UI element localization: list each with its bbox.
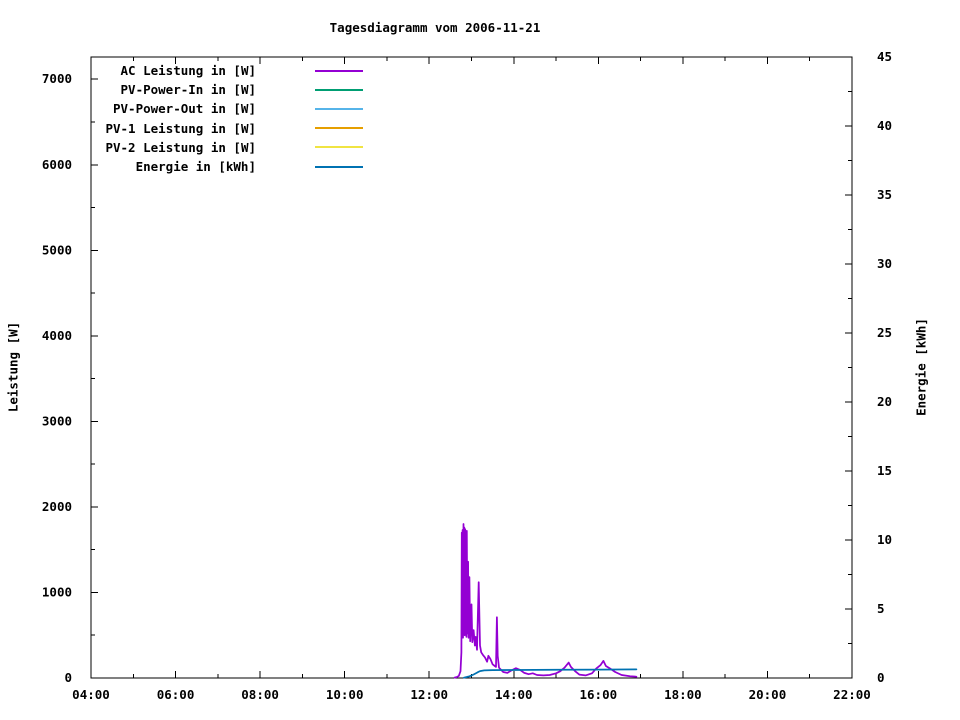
y2-tick-label: 45 [877,49,892,64]
y2-tick-label: 5 [877,601,885,616]
series-line-energie-in-kwh- [463,668,638,679]
y-tick-label: 6000 [42,157,72,172]
legend-label: Energie in [kWh] [135,159,256,175]
legend-line-sample [315,127,363,130]
legend-item: PV-Power-In in [W] [90,80,363,99]
y-tick-label: 5000 [42,242,72,257]
y-tick-label: 1000 [42,584,72,599]
legend-line-sample [315,146,363,149]
y2-tick-label: 0 [877,670,885,685]
legend-label: PV-Power-In in [W] [120,82,256,98]
legend-item: PV-2 Leistung in [W] [90,138,363,157]
y2-tick-label: 35 [877,187,892,202]
y2-tick-label: 40 [877,118,892,133]
y-tick-label: 4000 [42,328,72,343]
legend-line-sample [315,107,363,110]
legend-line-sample [315,165,363,168]
legend-label: PV-2 Leistung in [W] [105,139,256,155]
legend-line-sample [315,69,363,72]
legend-item: PV-Power-Out in [W] [90,99,363,118]
y-tick-label: 3000 [42,413,72,428]
y2-tick-label: 10 [877,532,892,547]
y-tick-label: 7000 [42,71,72,86]
x-tick-label: 16:00 [580,687,618,702]
legend-label: PV-1 Leistung in [W] [105,120,256,136]
legend-line-sample [315,88,363,91]
x-tick-label: 22:00 [833,687,871,702]
x-tick-label: 04:00 [72,687,110,702]
x-tick-label: 10:00 [326,687,364,702]
legend-item: PV-1 Leistung in [W] [90,119,363,138]
legend-item: AC Leistung in [W] [90,61,363,80]
x-tick-label: 20:00 [749,687,787,702]
x-tick-label: 14:00 [495,687,533,702]
legend-label: PV-Power-Out in [W] [113,101,256,117]
legend-label: AC Leistung in [W] [120,63,256,79]
x-tick-label: 18:00 [664,687,702,702]
x-tick-label: 08:00 [241,687,279,702]
legend-item: Energie in [kWh] [90,157,363,176]
y2-tick-label: 20 [877,394,892,409]
y-tick-label: 2000 [42,499,72,514]
y2-tick-label: 15 [877,463,892,478]
y2-tick-label: 30 [877,256,892,271]
y-tick-label: 0 [64,670,72,685]
y2-tick-label: 25 [877,325,892,340]
chart-page: Tagesdiagramm vom 2006-11-21 Leistung [W… [0,0,960,720]
x-tick-label: 12:00 [410,687,448,702]
legend: AC Leistung in [W] PV-Power-In in [W] PV… [90,61,363,176]
x-tick-label: 06:00 [157,687,195,702]
series-line-ac-leistung-in-w- [453,523,638,679]
